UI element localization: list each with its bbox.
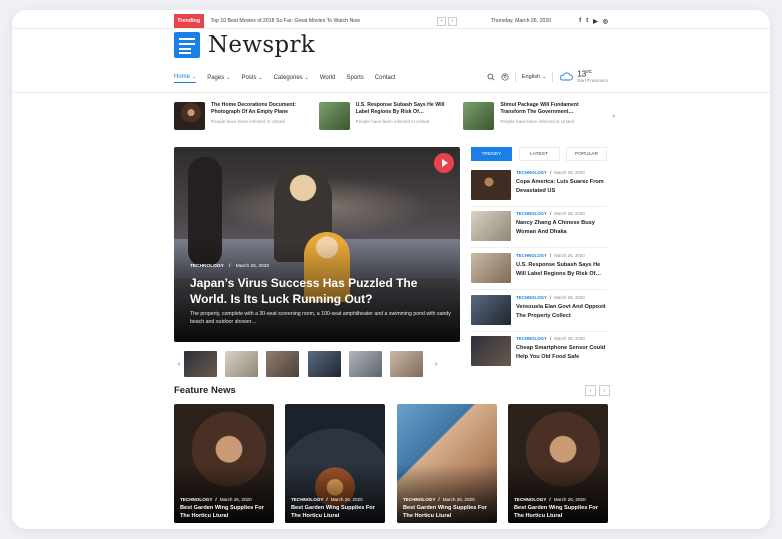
social-links: f t ▶ ◎ (579, 18, 608, 25)
play-icon[interactable] (434, 153, 454, 173)
divider (12, 28, 770, 29)
news-title[interactable]: Copa America: Luis Suarez From Devastate… (516, 178, 607, 195)
feature-card-title[interactable]: Best Garden Wing Supplies For The Hortic… (514, 505, 604, 521)
nav-item-contact[interactable]: Contact (375, 75, 396, 81)
nav-item-pages[interactable]: Pages ⌄ (207, 75, 230, 81)
news-title[interactable]: Venezuela Elan Govt And Opposit The Prop… (516, 303, 607, 320)
news-thumbnail (471, 295, 511, 325)
chevron-down-icon: ⌄ (192, 73, 197, 80)
trending-badge: Trending (174, 14, 204, 28)
list-item[interactable]: TECHNOLOGY / March 26, 2020 Cheap Smartpho… (471, 336, 607, 368)
divider (471, 289, 607, 290)
hero-article[interactable]: TECHNOLOGY / March 26, 2020 Japan’s Viru… (174, 147, 460, 342)
news-thumbnail (471, 211, 511, 241)
trending-headline[interactable]: Top 10 Best Movies of 2018 So Far: Great… (211, 18, 391, 24)
divider (471, 206, 607, 207)
list-item[interactable]: TECHNOLOGY / March 26, 2020 Nancy Zhang A … (471, 211, 607, 243)
news-thumbnail (471, 170, 511, 200)
feature-card-title[interactable]: Best Garden Wing Supplies For The Hortic… (180, 505, 270, 521)
list-item[interactable]: TECHNOLOGY / March 26, 2020 Venezuela Elan… (471, 295, 607, 327)
hero-excerpt: The property, complete with a 30-seat sc… (190, 311, 451, 325)
trending-next-button[interactable]: › (447, 16, 457, 26)
strip-thumbnail[interactable] (348, 351, 382, 377)
current-date: Thursday, March 26, 2020 (490, 18, 552, 24)
youtube-icon[interactable]: ▶ (593, 18, 598, 25)
chevron-down-icon: ⌄ (226, 75, 231, 81)
ticker-item[interactable]: Stimul Package Will Fundament Transform … (463, 102, 608, 132)
ticker-item[interactable]: U.S. Response Subash Says He Will Label … (318, 102, 464, 132)
list-item[interactable]: TECHNOLOGY / March 26, 2020 U.S. Response … (471, 253, 607, 285)
newspaper-icon (174, 32, 200, 58)
news-thumbnail (471, 336, 511, 366)
hero-thumbnail-strip: ‹ › (174, 351, 460, 377)
hero-category[interactable]: TECHNOLOGY (190, 264, 224, 269)
trending-prev-button[interactable]: ‹ (436, 16, 446, 26)
divider (471, 247, 607, 248)
weather-city: San Francisco (577, 78, 608, 84)
feature-next-button[interactable]: › (599, 385, 610, 396)
top-bar: Trending Top 10 Best Movies of 2018 So F… (174, 14, 608, 28)
chevron-down-icon: ⌄ (258, 75, 263, 81)
cloud-icon (560, 72, 574, 81)
weather-widget: 130C San Francisco (559, 69, 608, 84)
nav-item-home[interactable]: Home ⌄ (174, 73, 197, 83)
strip-thumbnail[interactable] (225, 351, 259, 377)
ticker-thumbnail (318, 102, 350, 130)
strip-thumbnail[interactable] (266, 351, 300, 377)
tab-popular[interactable]: POPULAR (566, 147, 607, 161)
strip-thumbnail[interactable] (184, 351, 217, 377)
ticker-next-button[interactable]: › (613, 113, 615, 120)
chevron-down-icon: ⌄ (542, 73, 547, 80)
site-logo[interactable]: Newsprk (174, 32, 315, 58)
main-nav: Home ⌄ Pages ⌄ Posts ⌄ Categories ⌄ World Sp… (174, 69, 608, 86)
nav-item-posts[interactable]: Posts ⌄ (241, 75, 262, 81)
nav-item-sports[interactable]: Sports (346, 75, 363, 81)
feature-card[interactable]: TECHNOLOGY / March 26, 2020 Best Garden Wi… (285, 404, 385, 523)
chevron-down-icon: ⌄ (304, 75, 309, 81)
language-select[interactable]: English ⌄ (522, 74, 547, 80)
feature-card[interactable]: TECHNOLOGY / March 26, 2020 Best Garden Wi… (397, 404, 497, 523)
news-ticker: The Home Decorations Document: Photograp… (174, 102, 615, 132)
divider (471, 331, 607, 332)
page-card: Trending Top 10 Best Movies of 2018 So F… (12, 10, 770, 529)
facebook-icon[interactable]: f (579, 18, 581, 25)
feature-card-title[interactable]: Best Garden Wing Supplies For The Hortic… (291, 505, 381, 521)
search-icon[interactable] (487, 73, 495, 81)
nav-tools: English ⌄ 130C San Francisco (487, 69, 608, 84)
temperature-unit: 0C (586, 69, 592, 74)
nav-item-categories[interactable]: Categories ⌄ (274, 75, 309, 81)
feature-card[interactable]: TECHNOLOGY / March 26, 2020 Best Garden Wi… (174, 404, 274, 523)
divider (12, 92, 770, 93)
hero-date: March 26, 2020 (235, 264, 270, 269)
sidebar-tabs: TRENDY LATEST POPULAR (471, 147, 607, 161)
ticker-thumbnail (174, 102, 205, 130)
temperature: 13 (577, 69, 587, 79)
strip-thumbnail[interactable] (307, 351, 341, 377)
feature-prev-button[interactable]: ‹ (585, 385, 596, 396)
strip-next-button[interactable]: › (431, 361, 441, 368)
list-item[interactable]: TECHNOLOGY / March 26, 2020 Copa America: … (471, 170, 607, 202)
news-title[interactable]: Nancy Zhang A Chinese Busy Woman And Dha… (516, 219, 607, 236)
site-name: Newsprk (208, 32, 315, 58)
strip-thumbnail[interactable] (389, 351, 423, 377)
ticker-item[interactable]: The Home Decorations Document: Photograp… (174, 102, 319, 132)
strip-prev-button[interactable]: ‹ (174, 361, 184, 368)
user-icon[interactable] (501, 73, 509, 81)
nav-item-world[interactable]: World (320, 75, 336, 81)
feature-nav: ‹ › (585, 385, 610, 396)
news-thumbnail (471, 253, 511, 283)
twitter-icon[interactable]: t (586, 18, 588, 25)
news-title[interactable]: U.S. Response Subash Says He Will Label … (516, 261, 607, 278)
feature-news-title: Feature News (174, 385, 236, 396)
tab-latest[interactable]: LATEST (518, 147, 560, 161)
hero-title[interactable]: Japan’s Virus Success Has Puzzled The Wo… (190, 275, 452, 307)
trending-nav: ‹ › (436, 16, 457, 26)
feature-card[interactable]: TECHNOLOGY / March 26, 2020 Best Garden Wi… (508, 404, 608, 523)
feature-card-title[interactable]: Best Garden Wing Supplies For The Hortic… (403, 505, 493, 521)
hero-meta: TECHNOLOGY / March 26, 2020 (190, 264, 270, 269)
news-title[interactable]: Cheap Smartphone Sensor Could Help You O… (516, 344, 607, 361)
tab-trendy[interactable]: TRENDY (471, 147, 512, 161)
instagram-icon[interactable]: ◎ (603, 18, 608, 25)
ticker-thumbnail (463, 102, 495, 130)
